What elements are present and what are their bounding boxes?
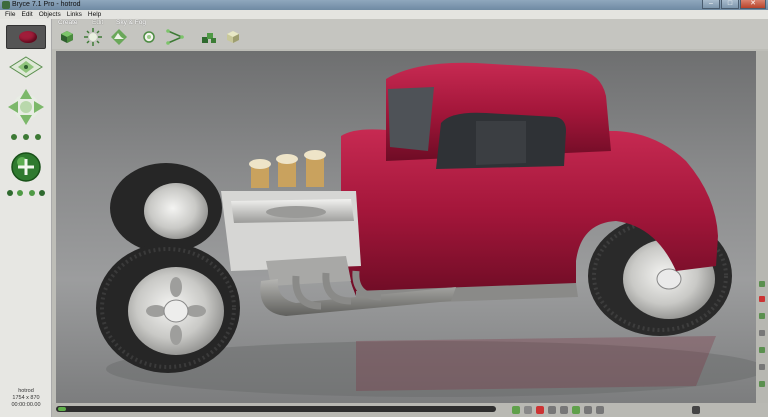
cursor-icon[interactable] — [692, 406, 700, 414]
bryce-app-icon — [2, 1, 10, 9]
strip-tool-icon[interactable] — [759, 296, 765, 302]
settings-icon[interactable] — [596, 406, 604, 414]
strip-tool-icon[interactable] — [759, 347, 765, 353]
forward-icon[interactable] — [560, 406, 568, 414]
hotrod-render — [96, 62, 756, 397]
strip-tool-icon[interactable] — [759, 313, 765, 319]
body-reflection — [356, 336, 716, 391]
back-left-wheel — [110, 163, 222, 253]
menu-links[interactable]: Links — [64, 10, 85, 19]
pan-icon[interactable] — [8, 129, 44, 145]
render-viewport[interactable] — [56, 51, 756, 403]
loop-icon[interactable] — [584, 406, 592, 414]
terrain-icon[interactable] — [110, 28, 128, 46]
menu-file[interactable]: File — [2, 10, 18, 19]
camera-icon — [19, 31, 37, 43]
rewind-icon[interactable] — [548, 406, 556, 414]
front-wheel — [96, 243, 240, 373]
tab-edit[interactable]: Edit — [92, 19, 103, 27]
render-size: 1754 x 870 — [12, 395, 40, 401]
close-button[interactable]: ✕ — [740, 0, 766, 9]
window-controls: – □ ✕ — [702, 0, 766, 10]
group-icon[interactable] — [200, 28, 218, 46]
path-icon[interactable] — [166, 28, 184, 46]
box-icon[interactable] — [58, 28, 76, 46]
menu-edit[interactable]: Edit — [18, 10, 35, 19]
time-code: 00:00:00.00 — [11, 402, 41, 408]
strip-tool-icon[interactable] — [759, 381, 765, 387]
minimize-button[interactable]: – — [702, 0, 720, 9]
timeline-scrubber[interactable] — [56, 406, 496, 412]
title-bar[interactable]: Bryce 7.1 Pro - hotrod – □ ✕ — [0, 0, 768, 10]
record-icon[interactable] — [536, 406, 544, 414]
stop-icon[interactable] — [524, 406, 532, 414]
view-dots-icon[interactable] — [4, 187, 48, 199]
menu-objects[interactable]: Objects — [36, 10, 64, 19]
menu-bar: File Edit Objects Links Help — [0, 10, 768, 19]
animation-timeline — [52, 403, 768, 417]
window-title: Bryce 7.1 Pro - hotrod — [12, 1, 81, 8]
camera-palette: hotrod 1754 x 870 00:00:00.00 — [0, 19, 52, 417]
strip-tool-icon[interactable] — [759, 281, 765, 287]
tab-sky-fog[interactable]: Sky & Fog — [116, 19, 146, 27]
camera-view-button[interactable] — [6, 25, 46, 49]
maximize-button[interactable]: □ — [721, 0, 739, 9]
scene-name: hotrod — [18, 388, 34, 394]
play-icon[interactable] — [512, 406, 520, 414]
key-icon[interactable] — [572, 406, 580, 414]
strip-tool-icon[interactable] — [759, 364, 765, 370]
strip-tool-icon[interactable] — [759, 330, 765, 336]
timeline-thumb[interactable] — [58, 407, 66, 411]
sun-burst-icon[interactable] — [84, 28, 102, 46]
menu-help[interactable]: Help — [85, 10, 104, 19]
right-tool-strip — [756, 51, 768, 403]
light-icon[interactable] — [140, 28, 158, 46]
trackball-icon[interactable] — [4, 85, 48, 129]
engine — [221, 150, 361, 286]
bryce-window: Bryce 7.1 Pro - hotrod – □ ✕ File Edit O… — [0, 0, 768, 417]
tab-create[interactable]: Create — [58, 19, 78, 27]
scene-info: hotrod 1754 x 870 00:00:00.00 — [0, 388, 52, 409]
perspective-icon[interactable] — [8, 55, 44, 79]
edit-toolbar: Create Edit Sky & Fog — [52, 19, 768, 49]
zoom-icon[interactable] — [6, 147, 46, 187]
material-cube-icon[interactable] — [224, 28, 242, 46]
